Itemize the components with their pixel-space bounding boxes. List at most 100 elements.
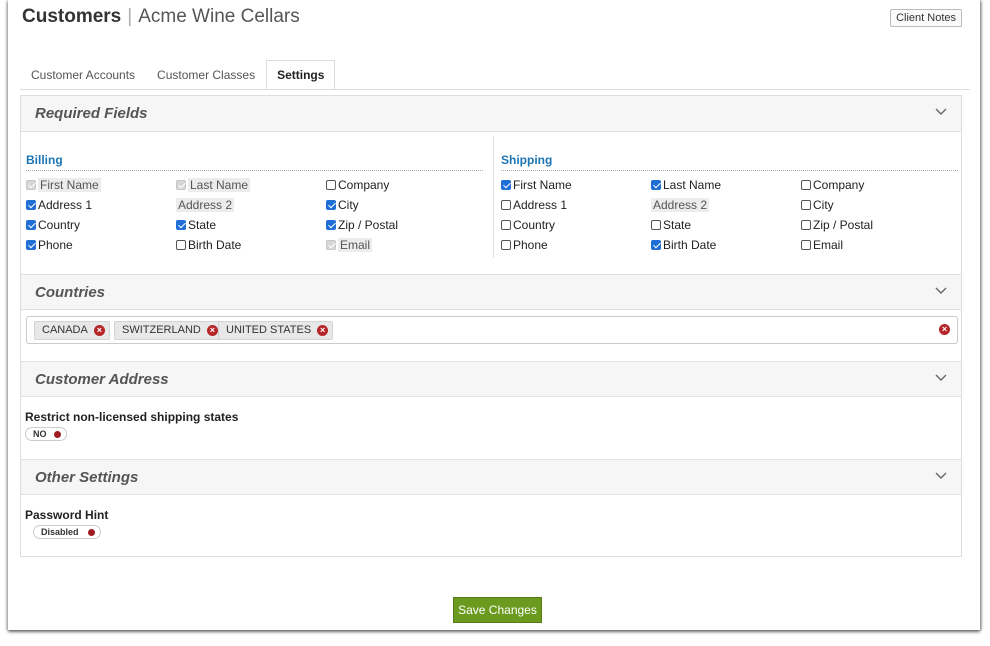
required-fields-title: Required Fields bbox=[35, 105, 148, 122]
shipping-state-checkbox[interactable]: State bbox=[651, 218, 691, 232]
tab-customer-classes[interactable]: Customer Classes bbox=[146, 60, 266, 90]
page-title-main: Customers bbox=[22, 6, 122, 27]
client-notes-button[interactable]: Client Notes bbox=[890, 9, 962, 27]
shipping-country-checkbox[interactable]: Country bbox=[501, 218, 555, 232]
shipping-birth-date-checkbox[interactable]: Birth Date bbox=[651, 238, 716, 252]
billing-country-checkbox[interactable]: Country bbox=[26, 218, 80, 232]
shipping-last-name-checkbox[interactable]: Last Name bbox=[651, 178, 721, 192]
checkbox-label: Email bbox=[813, 238, 844, 252]
countries-select[interactable]: CANADA × SWITZERLAND × UNITED STATES × × bbox=[26, 316, 958, 344]
remove-icon[interactable]: × bbox=[206, 325, 218, 336]
billing-title: Billing bbox=[26, 153, 63, 167]
required-fields-header[interactable]: Required Fields bbox=[21, 96, 961, 132]
tab-bar: Customer Accounts Customer Classes Setti… bbox=[20, 60, 336, 90]
checkbox-icon[interactable] bbox=[651, 180, 661, 190]
tab-divider bbox=[20, 89, 970, 90]
checkbox-icon[interactable] bbox=[176, 220, 186, 230]
checkbox-label: First Name bbox=[38, 178, 101, 192]
billing-state-checkbox[interactable]: State bbox=[176, 218, 216, 232]
chevron-down-icon bbox=[935, 472, 947, 479]
shipping-address-2-checkbox[interactable]: Address 2 bbox=[651, 198, 710, 212]
billing-zip-postal-checkbox[interactable]: Zip / Postal bbox=[326, 218, 398, 232]
billing-first-name-checkbox[interactable]: First Name bbox=[26, 178, 101, 192]
shipping-zip-postal-checkbox[interactable]: Zip / Postal bbox=[801, 218, 873, 232]
checkbox-icon[interactable] bbox=[651, 240, 661, 250]
checkbox-icon[interactable] bbox=[26, 180, 36, 190]
tab-settings[interactable]: Settings bbox=[266, 60, 336, 90]
shipping-email-checkbox[interactable]: Email bbox=[801, 238, 843, 252]
checkbox-label: First Name bbox=[513, 178, 572, 192]
shipping-first-name-checkbox[interactable]: First Name bbox=[501, 178, 572, 192]
country-chip-united-states: UNITED STATES × bbox=[218, 321, 334, 340]
billing-last-name-checkbox[interactable]: Last Name bbox=[176, 178, 251, 192]
shipping-rule bbox=[501, 170, 958, 171]
checkbox-icon[interactable] bbox=[176, 180, 186, 190]
password-hint-label: Password Hint bbox=[25, 508, 109, 522]
billing-address-1-checkbox[interactable]: Address 1 bbox=[26, 198, 92, 212]
chevron-down-icon bbox=[935, 287, 947, 294]
toggle-value: NO bbox=[33, 429, 47, 439]
shipping-address-1-checkbox[interactable]: Address 1 bbox=[501, 198, 567, 212]
billing-birth-date-checkbox[interactable]: Birth Date bbox=[176, 238, 241, 252]
country-chip-label: UNITED STATES bbox=[226, 324, 312, 336]
checkbox-icon[interactable] bbox=[501, 220, 511, 230]
checkbox-label: Address 2 bbox=[176, 198, 235, 212]
checkbox-icon[interactable] bbox=[501, 180, 511, 190]
checkbox-label: Last Name bbox=[663, 178, 722, 192]
customer-address-title: Customer Address bbox=[35, 371, 169, 388]
checkbox-label: Company bbox=[338, 178, 390, 192]
shipping-city-checkbox[interactable]: City bbox=[801, 198, 834, 212]
tab-customer-accounts[interactable]: Customer Accounts bbox=[20, 60, 146, 90]
checkbox-icon[interactable] bbox=[801, 180, 811, 190]
checkbox-label: Birth Date bbox=[663, 238, 717, 252]
shipping-company-checkbox[interactable]: Company bbox=[801, 178, 864, 192]
checkbox-label: Country bbox=[513, 218, 556, 232]
checkbox-label: City bbox=[338, 198, 359, 212]
shipping-phone-checkbox[interactable]: Phone bbox=[501, 238, 548, 252]
other-settings-header[interactable]: Other Settings bbox=[21, 459, 961, 495]
checkbox-icon[interactable] bbox=[501, 240, 511, 250]
checkbox-icon[interactable] bbox=[176, 240, 186, 250]
checkbox-icon[interactable] bbox=[26, 220, 36, 230]
billing-rule bbox=[26, 170, 483, 171]
checkbox-icon[interactable] bbox=[26, 240, 36, 250]
checkbox-icon[interactable] bbox=[326, 180, 336, 190]
settings-panel: Required Fields Billing Shipping First N… bbox=[20, 95, 962, 557]
checkbox-icon[interactable] bbox=[326, 200, 336, 210]
customer-address-header[interactable]: Customer Address bbox=[21, 361, 961, 397]
checkbox-label: Country bbox=[38, 218, 81, 232]
save-changes-button[interactable]: Save Changes bbox=[453, 597, 542, 623]
checkbox-label: Zip / Postal bbox=[813, 218, 874, 232]
page-subtitle: Acme Wine Cellars bbox=[138, 6, 300, 27]
checkbox-label: Last Name bbox=[188, 178, 251, 192]
billing-email-checkbox[interactable]: Email bbox=[326, 238, 373, 252]
countries-header[interactable]: Countries bbox=[21, 274, 961, 310]
country-chip-label: CANADA bbox=[42, 324, 88, 336]
billing-company-checkbox[interactable]: Company bbox=[326, 178, 389, 192]
title-separator: | bbox=[127, 6, 133, 27]
chevron-down-icon bbox=[935, 374, 947, 381]
billing-city-checkbox[interactable]: City bbox=[326, 198, 359, 212]
countries-title: Countries bbox=[35, 284, 106, 301]
checkbox-icon[interactable] bbox=[326, 220, 336, 230]
checkbox-icon[interactable] bbox=[326, 240, 336, 250]
password-hint-toggle[interactable]: Disabled bbox=[33, 525, 101, 539]
other-settings-title: Other Settings bbox=[35, 469, 139, 486]
billing-address-2-checkbox[interactable]: Address 2 bbox=[176, 198, 235, 212]
clear-all-icon[interactable]: × bbox=[939, 324, 950, 335]
restrict-shipping-toggle[interactable]: NO bbox=[25, 427, 67, 441]
remove-icon[interactable]: × bbox=[93, 325, 105, 336]
page-title: Customers | Acme Wine Cellars bbox=[22, 6, 300, 28]
checkbox-icon[interactable] bbox=[801, 240, 811, 250]
chevron-down-icon bbox=[935, 108, 947, 115]
country-chip-canada: CANADA × bbox=[34, 321, 110, 340]
checkbox-icon[interactable] bbox=[801, 200, 811, 210]
checkbox-icon[interactable] bbox=[501, 200, 511, 210]
billing-phone-checkbox[interactable]: Phone bbox=[26, 238, 73, 252]
checkbox-icon[interactable] bbox=[26, 200, 36, 210]
checkbox-icon[interactable] bbox=[801, 220, 811, 230]
checkbox-label: Company bbox=[813, 178, 865, 192]
remove-icon[interactable]: × bbox=[317, 325, 329, 336]
checkbox-label: State bbox=[188, 218, 217, 232]
checkbox-icon[interactable] bbox=[651, 220, 661, 230]
